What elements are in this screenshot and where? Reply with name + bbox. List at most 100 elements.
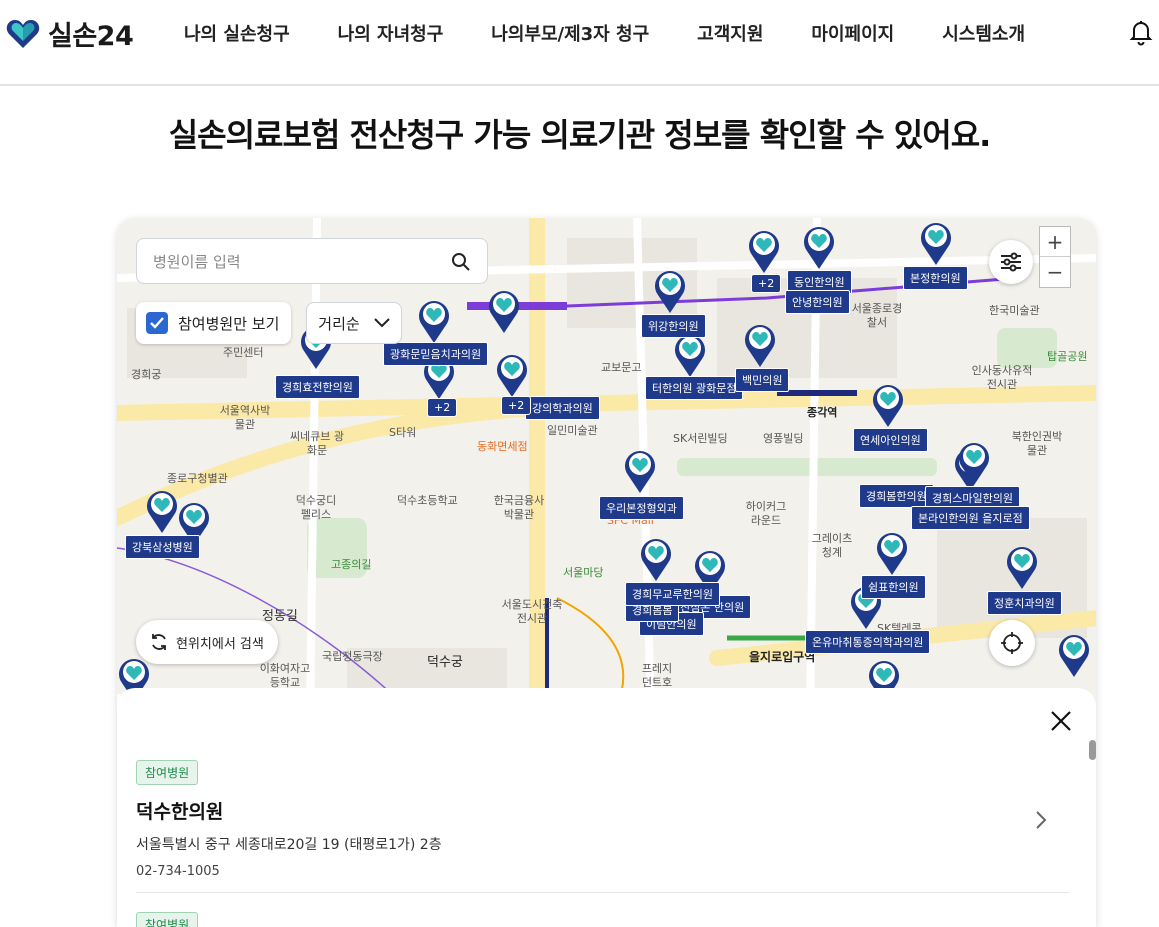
- map-place: 종로구청별관: [167, 472, 228, 485]
- hospital-search-input[interactable]: [151, 249, 445, 275]
- cluster-badge[interactable]: +2: [751, 274, 782, 293]
- nav-parent-claim[interactable]: 나의부모/제3자 청구: [491, 20, 649, 46]
- nav-child-claim[interactable]: 나의 자녀청구: [338, 20, 444, 46]
- close-icon[interactable]: [1050, 710, 1072, 732]
- map-place: 영풍빌딩: [763, 432, 804, 445]
- scrollbar-thumb[interactable]: [1089, 740, 1096, 760]
- hospital-label[interactable]: 정훈치과의원: [987, 591, 1062, 615]
- hospital-label[interactable]: 터한의원 광화문점: [645, 376, 744, 400]
- hospital-pin-icon[interactable]: [1005, 544, 1039, 590]
- map-place: 서울종로경찰서: [851, 302, 903, 329]
- cluster-badge[interactable]: +2: [427, 398, 458, 417]
- map-place: 일민미술관: [547, 424, 598, 437]
- nav-mypage[interactable]: 마이페이지: [811, 20, 894, 46]
- hospital-pin-icon[interactable]: [747, 228, 781, 274]
- filter-button[interactable]: [989, 240, 1033, 284]
- logo[interactable]: 실손24: [6, 14, 134, 53]
- hospital-list-item[interactable]: 참여병원: [136, 912, 1069, 927]
- chevron-right-icon[interactable]: [1035, 810, 1047, 830]
- hospital-pin-icon[interactable]: [653, 268, 687, 314]
- hospital-label[interactable]: 광화문믿음치과의원: [383, 342, 489, 366]
- map-place: 교보문고: [601, 361, 642, 374]
- hospital-label[interactable]: 위강한의원: [641, 314, 706, 338]
- hospital-pin-icon[interactable]: [673, 332, 707, 378]
- zoom-control: + −: [1039, 226, 1071, 288]
- hospital-pin-icon[interactable]: [802, 224, 836, 270]
- hospital-pin-icon[interactable]: [145, 488, 179, 534]
- hospital-list-panel: 참여병원 덕수한의원 서울특별시 중구 세종대로20길 19 (태평로1가) 2…: [117, 688, 1096, 927]
- hospital-label[interactable]: 우리본정형외과: [599, 496, 684, 520]
- site-header: 실손24 나의 실손청구 나의 자녀청구 나의부모/제3자 청구 고객지원 마이…: [0, 0, 1159, 86]
- map-place: 인사동사유적전시관: [971, 364, 1033, 391]
- participating-badge: 참여병원: [136, 912, 199, 927]
- hospital-label[interactable]: 경희봄한의원: [859, 484, 934, 508]
- map-place: 씨네큐브 광화문: [289, 430, 345, 457]
- map-place: 그레이츠청계: [811, 532, 853, 559]
- hospital-list-item[interactable]: 참여병원 덕수한의원 서울특별시 중구 세종대로20길 19 (태평로1가) 2…: [136, 760, 1069, 879]
- hospital-pin-icon[interactable]: [487, 288, 521, 334]
- hospital-pin-icon[interactable]: [957, 440, 991, 486]
- search-current-location-label: 현위치에서 검색: [176, 636, 264, 652]
- bell-icon[interactable]: [1127, 18, 1155, 50]
- hospital-pin-icon[interactable]: [495, 352, 529, 398]
- hospital-label[interactable]: 안녕한의원: [785, 290, 850, 314]
- hospital-label[interactable]: 백민의원: [735, 368, 790, 392]
- map-place: 경희궁: [131, 368, 162, 381]
- sort-label: 거리순: [318, 314, 360, 333]
- cluster-badge[interactable]: +2: [501, 396, 532, 415]
- hospital-phone: 02-734-1005: [136, 864, 220, 879]
- map-place: 한국미술관: [989, 304, 1040, 317]
- hospital-pin-icon[interactable]: [871, 382, 905, 428]
- hospital-label[interactable]: 강의학과의원: [525, 396, 600, 420]
- my-location-button[interactable]: [989, 620, 1035, 666]
- hospital-label[interactable]: 경희무교루한의원: [625, 582, 720, 606]
- map-place: SK서린빌딩: [673, 432, 728, 445]
- chevron-down-icon: [373, 318, 390, 328]
- nav-support[interactable]: 고객지원: [697, 20, 763, 46]
- hospital-label[interactable]: 본라인한의원 을지로점: [911, 506, 1030, 530]
- map-place: S타워: [389, 426, 417, 439]
- logo-text: 실손24: [48, 21, 134, 52]
- nav-my-claim[interactable]: 나의 실손청구: [184, 20, 290, 46]
- hospital-map[interactable]: 종각역 을지로입구역 덕수궁 정동길 서울도시건축전시관 교보문고 SK서린빌딩…: [117, 218, 1096, 927]
- map-place: 서울마당: [563, 566, 604, 579]
- participating-badge: 참여병원: [136, 760, 199, 785]
- hospital-label[interactable]: 경희효전한의원: [275, 375, 360, 399]
- hospital-pin-icon[interactable]: [1057, 632, 1091, 678]
- sort-select[interactable]: 거리순: [306, 302, 402, 344]
- checkbox-checked-icon: [146, 312, 168, 334]
- participate-only-checkbox[interactable]: 참여병원만 보기: [136, 302, 292, 344]
- search-current-location-button[interactable]: 현위치에서 검색: [136, 620, 278, 664]
- refresh-icon: [152, 634, 166, 650]
- hospital-pin-icon[interactable]: [919, 220, 953, 266]
- hospital-pin-icon[interactable]: [623, 448, 657, 494]
- hospital-name: 덕수한의원: [136, 801, 224, 823]
- map-place: 국립정동극장: [322, 650, 383, 663]
- map-place: 동화면세점: [477, 440, 528, 453]
- search-icon[interactable]: [451, 252, 471, 272]
- hospital-address: 서울특별시 중구 세종대로20길 19 (태평로1가) 2층: [136, 837, 442, 853]
- map-place: 서울도시건축전시관: [501, 598, 563, 625]
- hospital-pin-icon[interactable]: [743, 322, 777, 368]
- zoom-in-button[interactable]: +: [1040, 227, 1070, 257]
- hospital-label[interactable]: 쉼표한의원: [861, 575, 926, 599]
- map-place: 탑골공원: [1047, 350, 1088, 363]
- hospital-label[interactable]: 온유마취통증의학과의원: [805, 630, 931, 654]
- page-title: 실손의료보험 전산청구 가능 의료기관 정보를 확인할 수 있어요.: [168, 116, 992, 154]
- map-place: 종각역: [807, 406, 838, 419]
- hospital-label[interactable]: 강북삼성병원: [125, 535, 200, 559]
- zoom-out-button[interactable]: −: [1040, 257, 1070, 286]
- hospital-pin-icon[interactable]: [417, 298, 451, 344]
- main-nav: 나의 실손청구 나의 자녀청구 나의부모/제3자 청구 고객지원 마이페이지 시…: [184, 20, 1025, 46]
- map-place: 덕수궁: [427, 655, 463, 670]
- map-place: 고종의길: [331, 558, 372, 571]
- hospital-pin-icon[interactable]: [875, 530, 909, 576]
- hospital-label[interactable]: 연세아인의원: [853, 428, 928, 452]
- map-place: 이화여자고등학교: [259, 662, 311, 689]
- hospital-search-box: [136, 238, 488, 284]
- map-place: 북한인권박물관: [1011, 430, 1063, 457]
- nav-system-intro[interactable]: 시스템소개: [942, 20, 1025, 46]
- hospital-label[interactable]: 본정한의원: [903, 266, 968, 290]
- hospital-pin-icon[interactable]: [639, 536, 673, 582]
- crosshair-icon: [1001, 632, 1023, 654]
